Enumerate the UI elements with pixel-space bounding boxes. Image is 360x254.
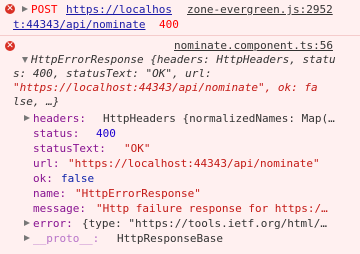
prop-value: "HttpErrorResponse" <box>75 187 201 200</box>
prop-value: "https://localhost:44343/api/nominate" <box>68 157 320 170</box>
prop-key: name: <box>33 187 67 200</box>
prop-key: url: <box>33 157 60 170</box>
prop-key: __proto__: <box>33 232 100 245</box>
expand-arrow-icon[interactable] <box>24 115 30 121</box>
source-link[interactable]: zone-evergreen.js:2952 <box>187 3 333 16</box>
object-summary-line: HttpErrorResponse {headers: HttpHeaders,… <box>31 53 336 66</box>
prop-value: 400 <box>96 127 116 140</box>
prop-key: ok: <box>33 172 53 185</box>
expand-arrow-icon[interactable] <box>22 6 28 12</box>
prop-key: message: <box>33 202 86 215</box>
prop-value: HttpHeaders {normalizedNames: Map(… <box>103 112 335 125</box>
prop-key: headers: <box>33 112 86 125</box>
console-message-error-object: ✕ nominate.component.ts:56 HttpErrorResp… <box>0 36 360 254</box>
prop-key: statusText: <box>33 142 106 155</box>
error-icon: ✕ <box>5 41 15 51</box>
prop-value: "OK" <box>124 142 151 155</box>
prop-key: error: <box>33 217 73 230</box>
collapse-arrow-icon[interactable] <box>22 57 28 63</box>
prop-value: false <box>61 172 95 185</box>
status-code: 400 <box>159 18 179 31</box>
expand-arrow-icon[interactable] <box>24 220 30 226</box>
console-message-post-error: ✕ POST https://localhos zone-evergreen.j… <box>0 0 360 36</box>
object-summary-line: "https://localhost:44343/api/nominate", … <box>13 81 318 94</box>
request-method: POST <box>31 3 58 16</box>
expand-arrow-icon[interactable] <box>24 235 30 241</box>
error-icon: ✕ <box>5 4 15 14</box>
object-summary-line: s: 400, statusText: "OK", url: <box>13 67 212 80</box>
prop-value: "Http failure response for https:/… <box>96 202 328 215</box>
request-url-link-continued[interactable]: t:44343/api/nominate <box>13 18 145 31</box>
prop-value: HttpResponseBase <box>117 232 223 245</box>
source-link[interactable]: nominate.component.ts:56 <box>174 39 333 52</box>
object-summary-line: lse, …} <box>13 95 60 108</box>
prop-value: {type: "https://tools.ietf.org/html/… <box>82 217 328 230</box>
prop-key: status: <box>33 127 80 140</box>
request-url-link[interactable]: https://localhos <box>66 3 172 16</box>
